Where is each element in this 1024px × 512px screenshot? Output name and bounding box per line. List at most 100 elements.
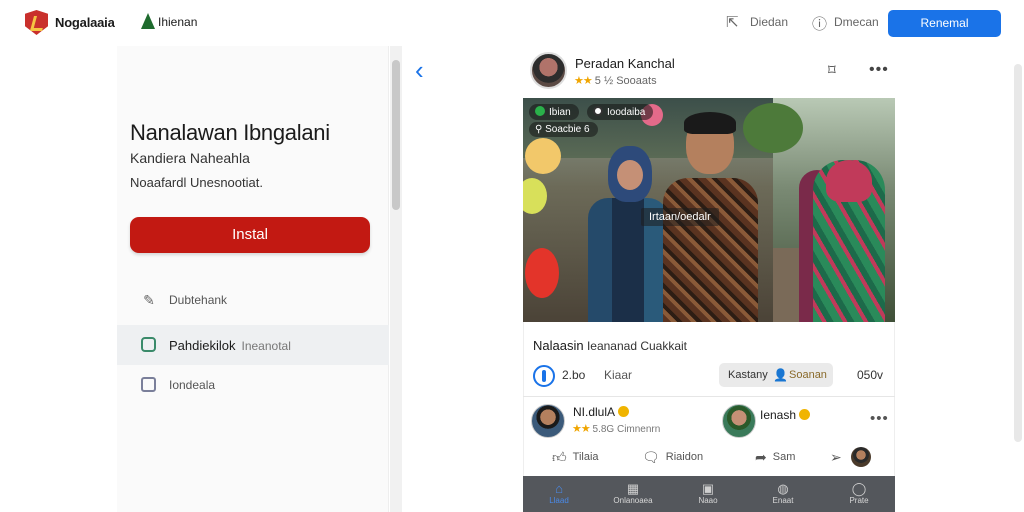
brand-name[interactable]: Nogalaaia (55, 15, 115, 30)
photo-chip-label: Ibian (549, 107, 571, 118)
follow-pill[interactable]: Kastany 👤 Soanan (719, 363, 833, 387)
right-scrollbar[interactable] (1014, 64, 1022, 442)
panel-item-label-group: Pahdiekilok Ineanotal (169, 338, 291, 353)
app-info-panel: Nanalawan Ibngalani Kandiera Naheahla No… (117, 46, 389, 512)
app-developer: Kandiera Naheahla (130, 150, 250, 166)
author-meta: ★★ 5 ½ Sooaats (574, 74, 657, 87)
shield-logo-icon[interactable] (25, 10, 48, 35)
rating-stars: ★★ (572, 423, 591, 435)
divider (523, 396, 895, 397)
send-button[interactable]: ➢ (830, 449, 848, 466)
nav-inbox[interactable]: ▣ Naao (678, 481, 738, 506)
photo-person (663, 178, 758, 322)
photo-tree (743, 103, 803, 153)
topbar-link-1[interactable]: Diedan (750, 15, 788, 29)
balloon (525, 248, 559, 298)
reaction-label[interactable]: Kiaar (604, 368, 632, 382)
share-icon: ➦ (755, 449, 767, 465)
commenter-meta-text: 5.8G Cimnenrn (592, 424, 661, 435)
person-icon: 👤 (773, 368, 788, 382)
commenter-avatar[interactable] (722, 404, 756, 438)
info-circle-icon[interactable]: ⓘ (812, 13, 827, 34)
panel-item-3[interactable]: Iondeala (117, 365, 389, 405)
triangle-logo-icon (141, 13, 155, 29)
commenter-meta: ★★ 5.8G Cimnenrn (572, 422, 660, 435)
action-label: Sam (772, 451, 796, 463)
caption-text: Ieananad Cuakkait (586, 339, 688, 353)
view-count: 050v (857, 368, 884, 382)
install-button[interactable]: Instal (130, 217, 370, 253)
share-arrow-icon[interactable]: ⇱ (726, 13, 739, 31)
action-label: Tilaia (572, 451, 599, 463)
author-meta-text: 5 ½ Sooaats (594, 75, 657, 87)
user-avatar[interactable] (851, 447, 871, 467)
pill-right-label: Soanan (789, 369, 827, 381)
primary-action-button[interactable]: Renemal (888, 10, 1001, 37)
like-button[interactable]: 👍︎ Tilaia (552, 449, 599, 466)
medal-icon (799, 409, 811, 420)
photo-chip[interactable]: ⚲ Soacbie 6 (529, 122, 598, 137)
home-icon: ⌂ (555, 481, 563, 496)
topbar-link-2[interactable]: Dmecan (834, 15, 879, 29)
inbox-icon: ▣ (701, 481, 715, 496)
photo-person-hair (684, 112, 736, 134)
panel-item-label: Dubtehank (169, 293, 228, 307)
share-button[interactable]: ➦ Sam (755, 449, 795, 466)
more-options-icon[interactable]: ••• (870, 410, 889, 427)
balloon (525, 138, 561, 174)
like-icon: 👍︎ (552, 449, 567, 465)
post-caption: Nalaasin Ieananad Cuakkait (533, 338, 687, 353)
nav-label: Naao (698, 496, 718, 505)
checkbox-icon (141, 337, 157, 353)
caption-title: Nalaasin (533, 338, 584, 353)
lock-icon: ⚲ (535, 124, 546, 135)
panel-item-1[interactable]: ✎ Dubtehank (117, 280, 389, 320)
commenter-name[interactable]: Ienash (760, 408, 811, 422)
photo-tag-label[interactable]: Irtaan/oedalr (641, 208, 719, 226)
reaction-count: 2.bo (562, 368, 586, 382)
circle-icon (593, 106, 603, 116)
app-title: Nanalawan Ibngalani (130, 120, 330, 145)
edit-icon: ✎ (143, 292, 155, 308)
panel-item-2[interactable]: Pahdiekilok Ineanotal (117, 325, 389, 365)
photo-person-head (826, 160, 872, 202)
nav-label: Onlanoaea (613, 496, 653, 505)
photo-chip[interactable]: Ibian (529, 104, 579, 120)
send-icon: ➢ (830, 449, 842, 465)
author-name[interactable]: Peradan Kanchal (575, 56, 675, 71)
comment-icon: 🗨︎ (642, 449, 660, 465)
commenter-avatar[interactable] (531, 404, 565, 438)
panel-item-label: Pahdiekilok (169, 338, 236, 353)
commenter-name[interactable]: NI.dlulA (573, 405, 630, 419)
pill-left-label: Kastany (728, 369, 768, 381)
bottom-nav: ⌂ Llaad ▦ Onlanoaea ▣ Naao ◍ Enaat ◯ Prate (523, 476, 895, 512)
medal-icon (618, 406, 630, 417)
more-options-icon[interactable]: ••• (869, 61, 889, 79)
grid-icon: ▦ (626, 481, 640, 496)
nav-globe[interactable]: ◍ Enaat (753, 481, 813, 506)
balloon (523, 178, 547, 214)
app-description: Noaafardl Unesnootiat. (130, 175, 263, 190)
photo-chip[interactable]: Ioodaiba (587, 104, 654, 120)
profile-icon: ◯ (851, 481, 867, 496)
reaction-icon[interactable] (533, 365, 555, 387)
author-avatar[interactable] (530, 52, 567, 89)
scrollbar-thumb[interactable] (392, 60, 400, 210)
nav-grid[interactable]: ▦ Onlanoaea (603, 481, 663, 506)
comment-button[interactable]: 🗨︎ Riaidon (642, 449, 703, 466)
top-bar: Nogalaaia Ihienan ⇱ Diedan ⓘ Dmecan Rene… (0, 0, 1024, 46)
photo-person-face (617, 160, 643, 190)
nav-home[interactable]: ⌂ Llaad (529, 481, 589, 506)
panel-item-label: Iondeala (169, 378, 216, 392)
globe-icon: ◍ (777, 481, 789, 496)
square-icon (141, 377, 157, 393)
nav-profile[interactable]: ◯ Prate (829, 481, 889, 506)
status-dot-icon (535, 106, 545, 116)
post-photo[interactable]: Ibian Ioodaiba ⚲ Soacbie 6 Irtaan/oedalr (523, 98, 895, 322)
panel-item-extra: Ineanotal (241, 339, 291, 353)
back-arrow-icon[interactable]: ‹ (415, 56, 424, 84)
bookmark-icon[interactable]: ⌑ (828, 61, 836, 79)
photo-chip-number: 6 (584, 124, 590, 135)
rating-stars: ★★ (574, 75, 593, 87)
brand-secondary[interactable]: Ihienan (158, 15, 197, 29)
